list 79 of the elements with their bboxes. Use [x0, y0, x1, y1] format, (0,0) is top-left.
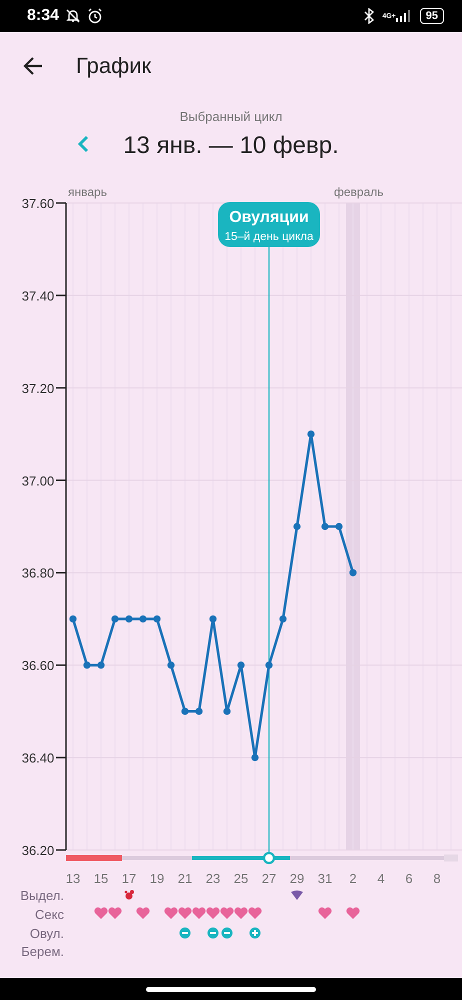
blood-drops-icon — [124, 890, 134, 900]
temperature-point — [237, 662, 245, 669]
heart-icon — [192, 907, 206, 919]
row-label: Выдел. — [20, 888, 64, 903]
axis-label: 27 — [262, 871, 276, 886]
temperature-point — [349, 569, 357, 576]
axis-label: 2 — [349, 871, 357, 886]
month-label: февраль — [334, 185, 384, 199]
heart-icon — [136, 907, 150, 919]
temperature-point — [223, 708, 231, 715]
row-label: Овул. — [30, 926, 64, 941]
home-indicator[interactable] — [146, 986, 316, 992]
temperature-point — [321, 522, 329, 530]
temperature-point — [265, 662, 273, 669]
temperature-point — [209, 615, 217, 623]
minus-icon — [208, 928, 218, 938]
minus-icon — [180, 928, 190, 938]
axis-label: 31 — [318, 871, 332, 886]
signal-icon — [396, 10, 412, 22]
axis-label: 37.40 — [22, 288, 54, 304]
temperature-point — [293, 522, 301, 530]
clock: 8:34 — [27, 7, 60, 25]
temperature-point — [83, 662, 91, 669]
temperature-point — [167, 662, 175, 669]
axis-label: 21 — [178, 871, 192, 886]
temperature-point — [153, 615, 161, 623]
bluetooth-icon — [364, 8, 374, 24]
heart-icon — [234, 907, 248, 919]
cycle-range: 13 янв. — 10 февр. — [123, 132, 339, 160]
heart-icon — [206, 907, 220, 919]
temperature-point — [279, 615, 287, 623]
temperature-point — [335, 522, 343, 530]
discharge-icon — [291, 890, 303, 900]
heart-icon — [248, 907, 262, 919]
axis-label: 36.80 — [22, 566, 54, 581]
heart-icon — [220, 907, 234, 919]
axis-label: 29 — [290, 871, 304, 886]
temperature-point — [139, 615, 147, 623]
axis-label: 36.40 — [22, 750, 54, 766]
temperature-point — [195, 708, 203, 715]
heart-icon — [164, 907, 178, 919]
temperature-point — [97, 662, 105, 669]
heart-icon — [346, 907, 360, 919]
alarm-icon — [87, 8, 104, 24]
heart-icon — [108, 907, 122, 919]
axis-label: 19 — [150, 871, 164, 886]
axis-label: 13 — [66, 871, 80, 886]
minus-icon — [222, 928, 232, 938]
temperature-point — [69, 615, 77, 623]
row-label: Берем. — [21, 944, 64, 959]
temperature-point — [111, 615, 119, 623]
temperature-point — [125, 615, 133, 623]
axis-label: 25 — [234, 871, 248, 886]
axis-label: 23 — [206, 871, 220, 886]
ovulation-badge[interactable]: Овуляции 15–й день цикла — [218, 202, 320, 247]
axis-label: 4 — [377, 871, 385, 886]
axis-label: 8 — [433, 871, 441, 886]
heart-icon — [94, 907, 108, 919]
axis-label: 36.20 — [22, 843, 54, 858]
temperature-point — [251, 754, 259, 762]
temperature-point — [307, 430, 315, 438]
plus-icon — [250, 928, 260, 938]
axis-label: 17 — [122, 871, 136, 886]
notifications-off-icon — [65, 8, 82, 24]
row-label: Секс — [35, 907, 64, 922]
temperature-point — [181, 708, 189, 715]
screen-title: График — [76, 53, 152, 79]
axis-label: 15 — [94, 871, 108, 886]
heart-icon — [318, 907, 332, 919]
axis-label: 37.20 — [22, 380, 54, 396]
back-button[interactable] — [22, 55, 44, 77]
axis-label: 6 — [405, 871, 413, 886]
battery-level: 95 — [420, 8, 444, 24]
cycle-label: Выбранный цикл — [180, 109, 282, 124]
axis-label: 37.00 — [22, 473, 54, 488]
axis-label: 36.60 — [22, 658, 54, 674]
month-label: январь — [68, 185, 107, 199]
axis-label: 37.60 — [22, 196, 54, 211]
heart-icon — [178, 907, 192, 919]
